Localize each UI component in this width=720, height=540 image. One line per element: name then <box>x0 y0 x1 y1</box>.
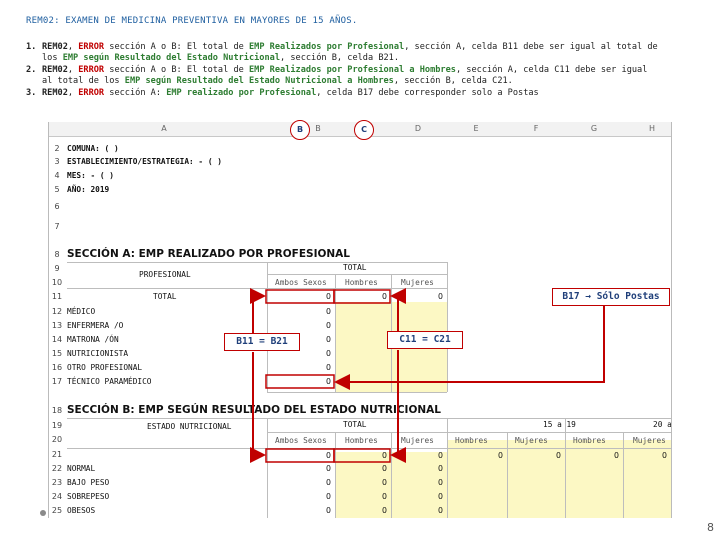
annotation-overlay <box>250 288 605 463</box>
arrow-c21 <box>390 350 406 463</box>
callout-c11-c21: C11 = C21 <box>387 331 463 349</box>
circle-column-c: C <box>354 120 374 140</box>
highlight-c11 <box>333 289 391 304</box>
arrow-b11 <box>250 288 266 333</box>
page-number: 8 <box>707 521 714 534</box>
circle-column-b: B <box>290 120 310 140</box>
arrow-c11 <box>390 288 406 332</box>
callout-b11-b21: B11 = B21 <box>224 333 300 351</box>
highlight-b21 <box>265 448 335 463</box>
slide-bullet-icon <box>40 510 46 516</box>
callout-b17: B17 → Sólo Postas <box>552 288 670 306</box>
highlight-b17 <box>265 374 335 389</box>
arrow-b17 <box>334 305 605 390</box>
highlight-c21 <box>333 448 391 463</box>
arrow-b21 <box>250 352 266 463</box>
highlight-b11 <box>265 289 335 304</box>
